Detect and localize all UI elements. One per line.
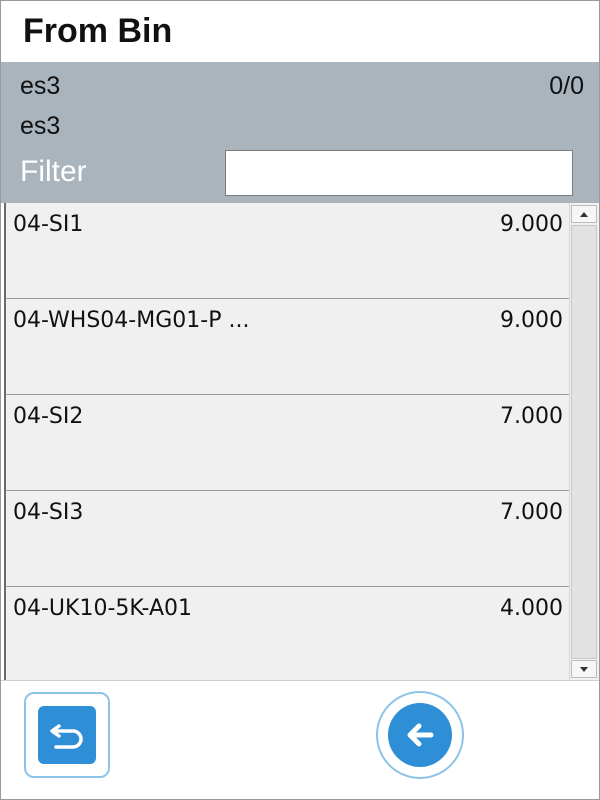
undo-icon <box>38 706 96 764</box>
scroll-thumb[interactable] <box>571 225 597 659</box>
bin-name: 04-SI3 <box>13 500 84 525</box>
bin-quantity: 9.000 <box>500 308 563 333</box>
bin-quantity: 7.000 <box>500 500 563 525</box>
app-window: From Bin es3 0/0 es3 Filter 04-SI1 9.000… <box>0 0 600 800</box>
bin-name: 04-SI1 <box>13 212 84 237</box>
chevron-down-icon <box>580 666 588 672</box>
item-code: es3 <box>20 72 61 100</box>
item-description: es3 <box>20 112 61 140</box>
back-button[interactable] <box>376 691 464 779</box>
list-item[interactable]: 04-WHS04-MG01-P ... 9.000 <box>6 299 569 395</box>
bin-quantity: 7.000 <box>500 404 563 429</box>
counter-label: 0/0 <box>549 72 584 100</box>
list-item[interactable]: 04-SI3 7.000 <box>6 491 569 587</box>
chevron-up-icon <box>580 211 588 217</box>
scroll-down-button[interactable] <box>571 660 597 678</box>
title-bar: From Bin <box>1 1 599 62</box>
scroll-up-button[interactable] <box>571 205 597 223</box>
info-panel: es3 0/0 es3 Filter <box>1 62 599 203</box>
bin-name: 04-WHS04-MG01-P ... <box>13 308 250 333</box>
list-item[interactable]: 04-SI1 9.000 <box>6 203 569 299</box>
bin-quantity: 4.000 <box>500 596 563 621</box>
filter-input[interactable] <box>225 150 573 196</box>
page-title: From Bin <box>23 12 173 50</box>
bin-list: 04-SI1 9.000 04-WHS04-MG01-P ... 9.000 0… <box>4 203 569 680</box>
bin-name: 04-SI2 <box>13 404 84 429</box>
arrow-left-icon <box>388 703 452 767</box>
list-item[interactable]: 04-SI2 7.000 <box>6 395 569 491</box>
bin-name: 04-UK10-5K-A01 <box>13 596 193 621</box>
undo-button[interactable] <box>24 692 110 778</box>
list-item[interactable]: 04-UK10-5K-A01 4.000 <box>6 587 569 680</box>
filter-label: Filter <box>20 155 87 188</box>
list-scrollbar[interactable] <box>569 203 599 680</box>
bin-quantity: 9.000 <box>500 212 563 237</box>
footer-toolbar <box>1 680 599 799</box>
